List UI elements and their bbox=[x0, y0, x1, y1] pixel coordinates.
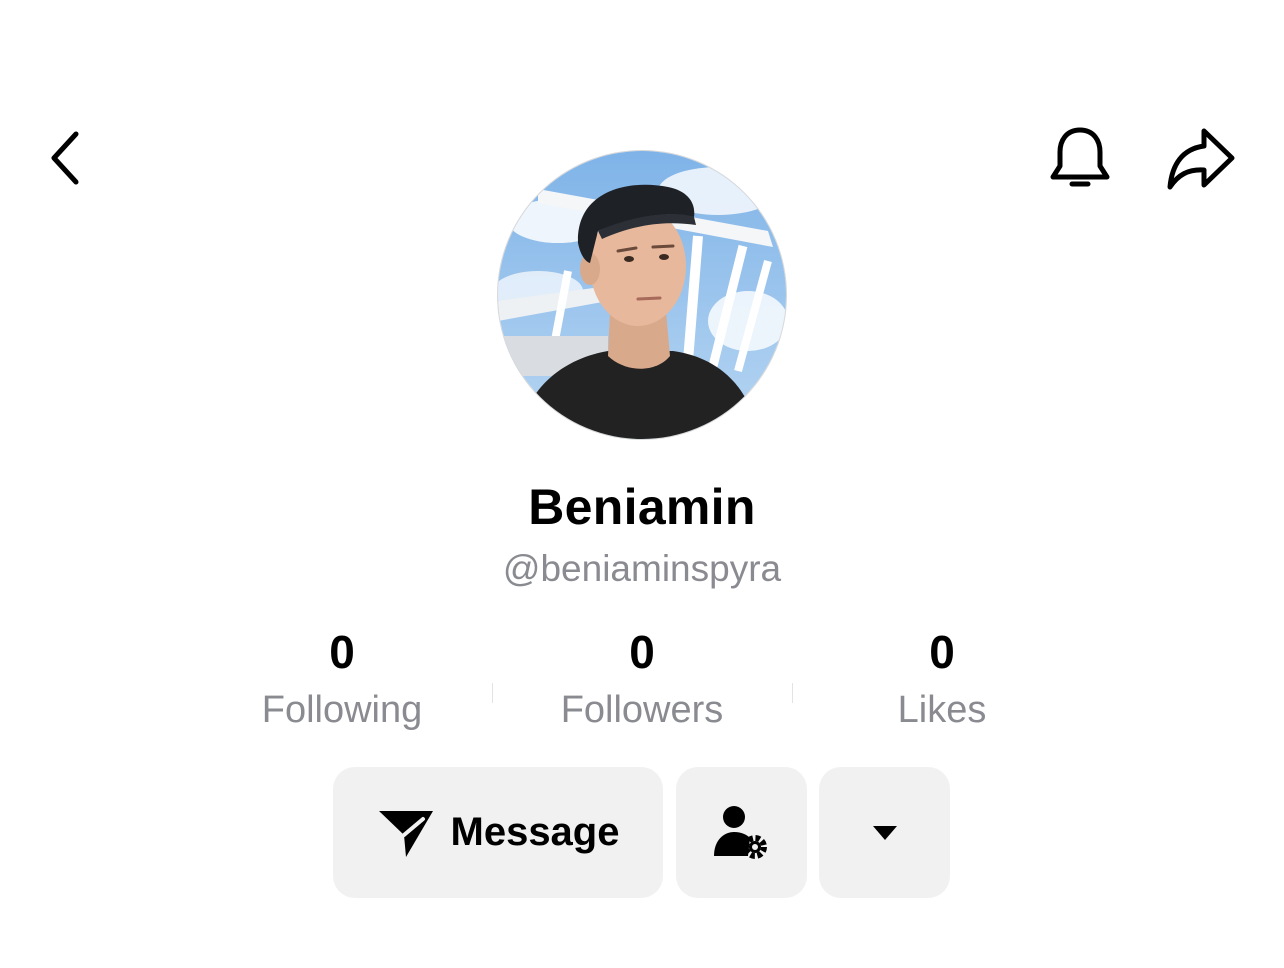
share-button[interactable] bbox=[1158, 118, 1242, 198]
user-settings-icon bbox=[713, 805, 767, 859]
back-button[interactable] bbox=[30, 118, 102, 198]
stat-divider bbox=[492, 683, 493, 703]
followers-count: 0 bbox=[629, 626, 655, 678]
following-label: Following bbox=[261, 689, 423, 731]
following-count: 0 bbox=[329, 626, 355, 678]
chevron-left-icon bbox=[51, 131, 79, 185]
username: @beniaminspyra bbox=[502, 548, 782, 589]
stat-followers[interactable]: 0 Followers bbox=[512, 624, 772, 734]
likes-count: 0 bbox=[929, 626, 955, 678]
followers-label: Followers bbox=[560, 689, 724, 731]
notification-button[interactable] bbox=[1040, 118, 1120, 198]
stat-likes[interactable]: 0 Likes bbox=[812, 624, 1072, 734]
caret-down-icon bbox=[872, 825, 897, 840]
bell-icon bbox=[1050, 127, 1110, 187]
friend-settings-button[interactable] bbox=[676, 767, 807, 898]
send-icon bbox=[378, 810, 433, 857]
display-name: Beniamin bbox=[528, 479, 756, 535]
likes-label: Likes bbox=[897, 689, 987, 731]
profile-avatar[interactable] bbox=[498, 151, 786, 439]
more-options-button[interactable] bbox=[819, 767, 950, 898]
stat-divider bbox=[792, 683, 793, 703]
stat-following[interactable]: 0 Following bbox=[212, 624, 472, 734]
message-button-label: Message bbox=[450, 810, 620, 854]
message-button[interactable]: Message bbox=[333, 767, 663, 898]
share-arrow-icon bbox=[1167, 128, 1235, 190]
